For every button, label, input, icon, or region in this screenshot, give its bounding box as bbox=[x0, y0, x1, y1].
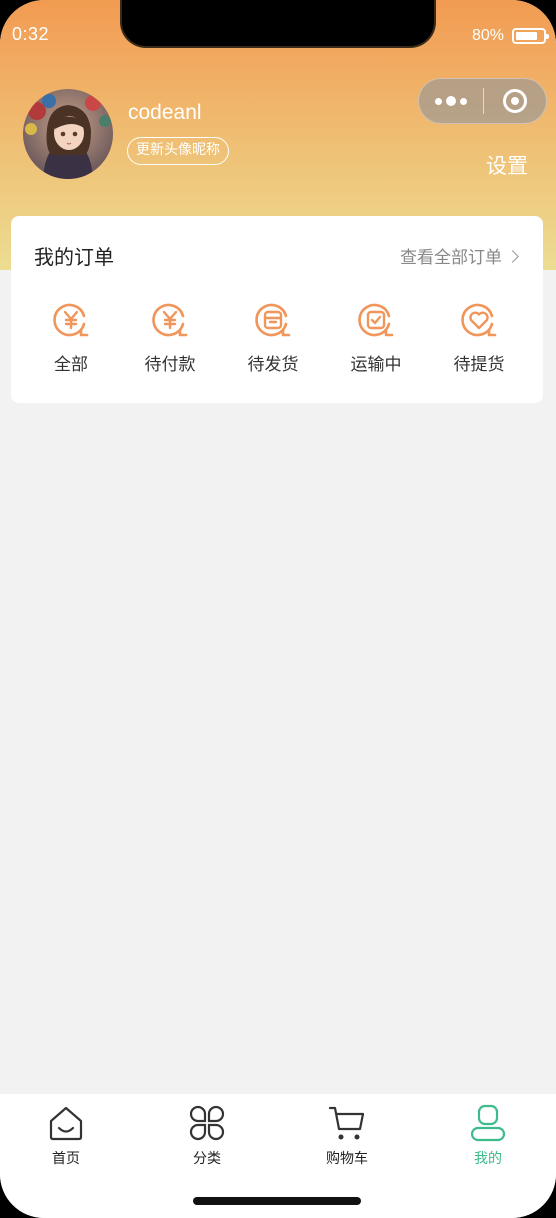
order-status-in-transit[interactable]: 运输中 bbox=[326, 300, 426, 375]
tab-label: 分类 bbox=[193, 1151, 221, 1167]
device-notch bbox=[120, 0, 436, 48]
check-box-icon bbox=[358, 303, 394, 337]
orders-title: 我的订单 bbox=[34, 245, 114, 269]
yen-icon bbox=[152, 303, 188, 337]
status-right: 80% bbox=[471, 27, 549, 45]
status-time: 0:32 bbox=[12, 24, 50, 44]
tab-cart[interactable]: 购物车 bbox=[297, 1104, 397, 1168]
view-all-orders-link[interactable]: 查看全部订单 bbox=[400, 243, 519, 268]
order-status-label: 待提货 bbox=[453, 355, 505, 375]
view-all-orders-label: 查看全部订单 bbox=[400, 248, 502, 268]
order-status-label: 待发货 bbox=[247, 355, 299, 375]
order-status-all[interactable]: 全部 bbox=[21, 300, 121, 375]
order-status-pending-shipment[interactable]: 待发货 bbox=[223, 300, 323, 375]
tab-home[interactable]: 首页 bbox=[16, 1104, 116, 1168]
order-status-pending-payment[interactable]: 待付款 bbox=[120, 300, 220, 375]
battery-percentage: 80% bbox=[471, 27, 504, 44]
close-miniprogram-button[interactable] bbox=[484, 79, 546, 123]
box-icon bbox=[255, 303, 291, 337]
target-icon bbox=[503, 89, 527, 113]
username: codeanl bbox=[128, 101, 202, 124]
tab-mine[interactable]: 我的 bbox=[438, 1104, 538, 1168]
home-indicator[interactable] bbox=[193, 1197, 361, 1205]
category-icon bbox=[189, 1105, 225, 1141]
heart-icon bbox=[461, 303, 497, 337]
order-status-label: 运输中 bbox=[350, 355, 402, 375]
my-orders-card: 我的订单 查看全部订单 全部 待付款 待发货 运输中 待提货 bbox=[11, 216, 543, 403]
battery-icon bbox=[512, 28, 549, 44]
settings-link[interactable]: 设置 bbox=[486, 150, 528, 180]
avatar[interactable] bbox=[23, 89, 113, 179]
yen-icon bbox=[53, 303, 89, 337]
order-status-label: 全部 bbox=[54, 355, 88, 375]
tab-category[interactable]: 分类 bbox=[157, 1104, 257, 1168]
home-icon bbox=[49, 1106, 83, 1141]
user-icon bbox=[470, 1104, 506, 1142]
tab-label: 首页 bbox=[52, 1151, 80, 1167]
phone-screen: 0:32 80% codeanl 更新头像昵称 设置 我的订单 查看全部订单 全… bbox=[0, 0, 556, 1218]
tab-label: 购物车 bbox=[326, 1151, 368, 1167]
tab-label: 我的 bbox=[474, 1151, 502, 1167]
order-status-label: 待付款 bbox=[144, 355, 196, 375]
update-profile-button[interactable]: 更新头像昵称 bbox=[127, 137, 229, 165]
cart-icon bbox=[328, 1106, 365, 1140]
order-status-pending-pickup[interactable]: 待提货 bbox=[429, 300, 529, 375]
more-options-button[interactable] bbox=[419, 79, 483, 123]
chevron-right-icon bbox=[506, 249, 519, 263]
miniprogram-capsule bbox=[418, 78, 547, 124]
